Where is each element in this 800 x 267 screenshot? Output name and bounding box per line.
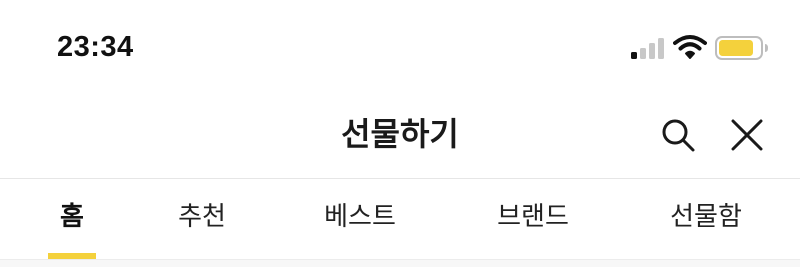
tab-label: 베스트 [324,202,396,232]
search-icon [662,119,695,152]
status-bar: 23:34 [0,0,800,96]
wifi-icon [673,34,707,60]
tab-label: 홈 [60,202,84,232]
search-button[interactable] [657,114,699,156]
gift-screen: 23:34 선물하기 홈 추천 베스트 브랜드 선물함 [0,0,800,267]
tab-label: 브랜드 [497,202,569,232]
tab-best[interactable]: 베스트 [300,179,420,259]
cellular-signal-icon [631,37,671,59]
status-time: 23:34 [57,31,134,63]
tab-gift-box[interactable]: 선물함 [646,179,766,259]
tab-label: 추천 [178,202,226,232]
tab-bar: 홈 추천 베스트 브랜드 선물함 [0,179,800,259]
header: 선물하기 [0,96,800,178]
tab-brand[interactable]: 브랜드 [473,179,593,259]
content-background [0,260,800,267]
tab-home[interactable]: 홈 [22,179,122,259]
tab-label: 선물함 [670,202,742,232]
close-button[interactable] [726,114,768,156]
battery-icon [715,36,769,60]
close-icon [731,119,763,151]
tab-recommend[interactable]: 추천 [152,179,252,259]
